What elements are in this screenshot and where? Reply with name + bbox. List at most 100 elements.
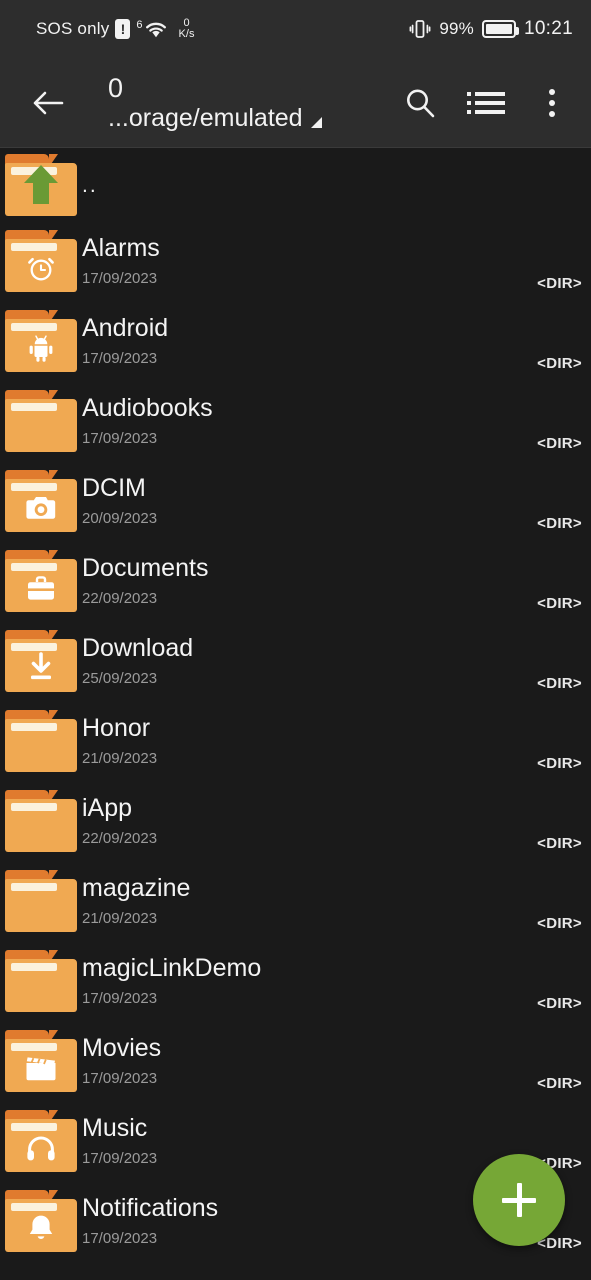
folder-briefcase-icon-glyph [5,564,77,612]
file-name: DCIM [82,473,146,502]
file-size: <DIR> [537,435,582,452]
file-name: iApp [82,793,133,822]
list-view-icon [467,92,505,114]
file-size: <DIR> [537,355,582,372]
file-name: Download [82,633,194,662]
overflow-dot [549,111,555,117]
folder-camera-icon-glyph [5,484,77,532]
file-row[interactable]: Honor 21/09/2023 <DIR> [0,701,591,781]
file-row[interactable]: DCIM 20/09/2023 <DIR> [0,461,591,541]
file-row[interactable]: Alarms 17/09/2023 <DIR> [0,221,591,301]
file-size: <DIR> [537,275,582,292]
folder-movie-icon-glyph [5,1044,77,1092]
file-row[interactable]: .. [0,149,591,221]
folder-plain-icon-glyph [5,804,77,852]
file-size: <DIR> [537,915,582,932]
network-speed: 0 K/s [179,18,195,40]
folder-bell-icon-glyph [5,1204,77,1252]
file-date: 22/09/2023 [82,589,158,607]
list-view-row [467,101,505,105]
file-icon-cell [0,550,82,612]
network-speed-unit: K/s [178,28,195,40]
file-text-cell: .. [82,171,591,200]
file-size: <DIR> [537,675,582,692]
plus-icon-vertical [516,1183,522,1217]
overflow-menu-button[interactable] [523,74,581,132]
file-size: <DIR> [537,755,582,772]
folder-download-icon [5,630,77,692]
file-icon-cell [0,230,82,292]
file-icon-cell [0,1190,82,1252]
folder-plain-icon [5,870,77,932]
file-row[interactable]: magicLinkDemo 17/09/2023 <DIR> [0,941,591,1021]
file-name: magazine [82,873,191,902]
file-row[interactable]: magazine 21/09/2023 <DIR> [0,861,591,941]
search-button[interactable] [391,74,449,132]
file-icon-cell [0,1030,82,1092]
file-manager-screen: SOS only ! 6 0 K/s 99% 10:21 0 ...orage/… [0,0,591,1280]
file-row[interactable]: Download 25/09/2023 <DIR> [0,621,591,701]
folder-plain-icon [5,710,77,772]
folder-plain-icon [5,390,77,452]
file-icon-cell [0,310,82,372]
file-name: Android [82,313,169,342]
file-icon-cell [0,710,82,772]
file-icon-cell [0,1110,82,1172]
file-icon-cell [0,470,82,532]
file-list[interactable]: .. Alarms 17/09/2023 <DIR> Android 17/09/2023… [0,149,591,1280]
app-toolbar: 0 ...orage/emulated [0,58,591,148]
file-row[interactable]: Audiobooks 17/09/2023 <DIR> [0,381,591,461]
folder-plain-icon [5,950,77,1012]
folder-android-icon-glyph [5,324,77,372]
file-name: Audiobooks [82,393,213,422]
dropdown-caret-icon [310,117,322,128]
battery-percent-label: 99% [439,19,474,38]
folder-music-icon [5,1110,77,1172]
add-button[interactable] [473,1154,565,1246]
file-row[interactable]: Android 17/09/2023 <DIR> [0,301,591,381]
file-date: 22/09/2023 [82,829,158,847]
file-name: Honor [82,713,151,742]
back-button[interactable] [26,81,70,125]
file-size: <DIR> [537,595,582,612]
vibrate-icon-glyph [409,20,431,38]
file-name: .. [82,173,98,197]
wifi-generation-label: 6 [136,19,143,31]
status-bar: SOS only ! 6 0 K/s 99% 10:21 [0,0,591,58]
wifi-icon: 6 [136,19,167,39]
alert-icon-glyph: ! [120,21,126,37]
file-row[interactable]: Movies 17/09/2023 <DIR> [0,1021,591,1101]
list-view-bar [475,110,505,114]
folder-camera-icon [5,470,77,532]
file-row[interactable]: Documents 22/09/2023 <DIR> [0,541,591,621]
folder-music-icon-glyph [5,1124,77,1172]
status-bar-left: SOS only ! 6 0 K/s [36,18,194,40]
file-size: <DIR> [537,995,582,1012]
file-text-cell: iApp 22/09/2023 [82,794,591,849]
file-row[interactable]: iApp 22/09/2023 <DIR> [0,781,591,861]
file-date: 25/09/2023 [82,669,158,687]
path-label: ...orage/emulated [108,104,303,132]
wifi-icon-glyph [145,22,166,38]
file-name: Documents [82,553,209,582]
file-text-cell: DCIM 20/09/2023 [82,474,591,529]
file-text-cell: Alarms 17/09/2023 [82,234,591,289]
view-mode-button[interactable] [457,74,515,132]
file-text-cell: Documents 22/09/2023 [82,554,591,609]
file-icon-cell [0,390,82,452]
file-text-cell: Honor 21/09/2023 [82,714,591,769]
file-name: magicLinkDemo [82,953,262,982]
folder-download-icon-glyph [5,644,77,692]
file-text-cell: magazine 21/09/2023 [82,874,591,929]
file-date: 17/09/2023 [82,989,158,1007]
folder-android-icon [5,310,77,372]
file-icon-cell [0,630,82,692]
file-text-cell: Audiobooks 17/09/2023 [82,394,591,449]
path-selector[interactable]: 0 ...orage/emulated [108,58,322,148]
file-name: Music [82,1113,148,1142]
status-bar-right: 99% 10:21 [409,18,573,40]
list-view-dot [467,101,471,105]
overflow-menu-icon [549,89,555,117]
list-view-row [467,110,505,114]
path-count-label: 0 [108,73,124,103]
